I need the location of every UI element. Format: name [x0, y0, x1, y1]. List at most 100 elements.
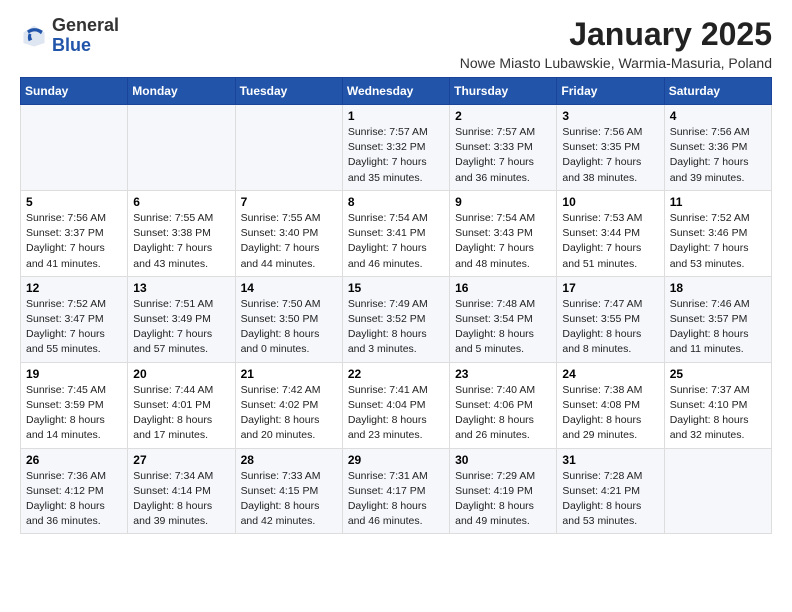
day-info: Sunrise: 7:38 AM Sunset: 4:08 PM Dayligh…	[562, 383, 658, 444]
day-info: Sunrise: 7:29 AM Sunset: 4:19 PM Dayligh…	[455, 469, 551, 530]
calendar-cell: 24Sunrise: 7:38 AM Sunset: 4:08 PM Dayli…	[557, 362, 664, 448]
weekday-header-saturday: Saturday	[664, 78, 771, 105]
weekday-header-wednesday: Wednesday	[342, 78, 449, 105]
day-number: 12	[26, 281, 122, 295]
day-number: 25	[670, 367, 766, 381]
calendar-cell: 17 Sunrise: 7:47 AM Sunset: 3:55 PM Dayli…	[557, 276, 664, 362]
day-number: 30	[455, 453, 551, 467]
day-number: 17	[562, 281, 658, 295]
day-number: 28	[241, 453, 337, 467]
calendar-cell: 22 Sunrise: 7:41 AM Sunset: 4:04 PM Dayli…	[342, 362, 449, 448]
calendar-cell	[664, 448, 771, 534]
day-info: Sunrise: 7:47 AM Sunset: 3:55 PM Dayligh…	[562, 297, 658, 358]
day-info: Sunrise: 7:56 AM Sunset: 3:36 PM Dayligh…	[670, 125, 766, 186]
day-number: 9	[455, 195, 551, 209]
day-number: 22	[348, 367, 444, 381]
day-info: Sunrise: 7:31 AM Sunset: 4:17 PM Dayligh…	[348, 469, 444, 530]
day-info: Sunrise: 7:56 AM Sunset: 3:37 PM Dayligh…	[26, 211, 122, 272]
calendar-table: SundayMondayTuesdayWednesdayThursdayFrid…	[20, 77, 772, 534]
day-info: Sunrise: 7:36 AM Sunset: 4:12 PM Dayligh…	[26, 469, 122, 530]
day-info: Sunrise: 7:52 AM Sunset: 3:47 PM Dayligh…	[26, 297, 122, 358]
day-number: 18	[670, 281, 766, 295]
day-info: Sunrise: 7:33 AM Sunset: 4:15 PM Dayligh…	[241, 469, 337, 530]
calendar-cell: 2Sunrise: 7:57 AM Sunset: 3:33 PM Daylig…	[450, 105, 557, 191]
weekday-header-row: SundayMondayTuesdayWednesdayThursdayFrid…	[21, 78, 772, 105]
calendar-cell: 18 Sunrise: 7:46 AM Sunset: 3:57 PM Dayli…	[664, 276, 771, 362]
calendar-cell: 10 Sunrise: 7:53 AM Sunset: 3:44 PM Dayli…	[557, 190, 664, 276]
day-info: Sunrise: 7:44 AM Sunset: 4:01 PM Dayligh…	[133, 383, 229, 444]
calendar-cell: 9 Sunrise: 7:54 AM Sunset: 3:43 PM Daylig…	[450, 190, 557, 276]
calendar-cell: 11 Sunrise: 7:52 AM Sunset: 3:46 PM Dayli…	[664, 190, 771, 276]
day-number: 31	[562, 453, 658, 467]
logo: General Blue	[20, 16, 119, 56]
weekday-header-thursday: Thursday	[450, 78, 557, 105]
calendar-week-2: 5 Sunrise: 7:56 AM Sunset: 3:37 PM Daylig…	[21, 190, 772, 276]
calendar-cell: 13Sunrise: 7:51 AM Sunset: 3:49 PM Dayli…	[128, 276, 235, 362]
calendar-week-4: 19 Sunrise: 7:45 AM Sunset: 3:59 PM Dayli…	[21, 362, 772, 448]
calendar-cell: 8Sunrise: 7:54 AM Sunset: 3:41 PM Daylig…	[342, 190, 449, 276]
calendar-cell: 26Sunrise: 7:36 AM Sunset: 4:12 PM Dayli…	[21, 448, 128, 534]
day-info: Sunrise: 7:52 AM Sunset: 3:46 PM Dayligh…	[670, 211, 766, 272]
calendar-cell: 7Sunrise: 7:55 AM Sunset: 3:40 PM Daylig…	[235, 190, 342, 276]
calendar-week-3: 12 Sunrise: 7:52 AM Sunset: 3:47 PM Dayli…	[21, 276, 772, 362]
day-info: Sunrise: 7:50 AM Sunset: 3:50 PM Dayligh…	[241, 297, 337, 358]
calendar-cell: 20 Sunrise: 7:44 AM Sunset: 4:01 PM Dayli…	[128, 362, 235, 448]
calendar-cell: 28 Sunrise: 7:33 AM Sunset: 4:15 PM Dayli…	[235, 448, 342, 534]
calendar-cell: 4 Sunrise: 7:56 AM Sunset: 3:36 PM Daylig…	[664, 105, 771, 191]
day-info: Sunrise: 7:57 AM Sunset: 3:32 PM Dayligh…	[348, 125, 444, 186]
day-info: Sunrise: 7:42 AM Sunset: 4:02 PM Dayligh…	[241, 383, 337, 444]
calendar-body: 1 Sunrise: 7:57 AM Sunset: 3:32 PM Daylig…	[21, 105, 772, 534]
day-number: 13	[133, 281, 229, 295]
calendar-cell: 31 Sunrise: 7:28 AM Sunset: 4:21 PM Dayli…	[557, 448, 664, 534]
weekday-header-sunday: Sunday	[21, 78, 128, 105]
calendar-week-1: 1 Sunrise: 7:57 AM Sunset: 3:32 PM Daylig…	[21, 105, 772, 191]
calendar-cell: 27Sunrise: 7:34 AM Sunset: 4:14 PM Dayli…	[128, 448, 235, 534]
day-number: 21	[241, 367, 337, 381]
location: Nowe Miasto Lubawskie, Warmia-Masuria, P…	[460, 55, 772, 71]
day-number: 27	[133, 453, 229, 467]
day-info: Sunrise: 7:55 AM Sunset: 3:38 PM Dayligh…	[133, 211, 229, 272]
title-block: January 2025 Nowe Miasto Lubawskie, Warm…	[460, 16, 772, 71]
day-info: Sunrise: 7:56 AM Sunset: 3:35 PM Dayligh…	[562, 125, 658, 186]
day-number: 7	[241, 195, 337, 209]
calendar-header: SundayMondayTuesdayWednesdayThursdayFrid…	[21, 78, 772, 105]
day-number: 4	[670, 109, 766, 123]
day-number: 8	[348, 195, 444, 209]
calendar-cell: 21 Sunrise: 7:42 AM Sunset: 4:02 PM Dayli…	[235, 362, 342, 448]
day-info: Sunrise: 7:46 AM Sunset: 3:57 PM Dayligh…	[670, 297, 766, 358]
day-info: Sunrise: 7:57 AM Sunset: 3:33 PM Dayligh…	[455, 125, 551, 186]
day-number: 1	[348, 109, 444, 123]
month-title: January 2025	[460, 16, 772, 53]
day-number: 20	[133, 367, 229, 381]
calendar-cell: 16Sunrise: 7:48 AM Sunset: 3:54 PM Dayli…	[450, 276, 557, 362]
calendar-cell: 5 Sunrise: 7:56 AM Sunset: 3:37 PM Daylig…	[21, 190, 128, 276]
day-number: 23	[455, 367, 551, 381]
day-info: Sunrise: 7:49 AM Sunset: 3:52 PM Dayligh…	[348, 297, 444, 358]
weekday-header-tuesday: Tuesday	[235, 78, 342, 105]
calendar-week-5: 26Sunrise: 7:36 AM Sunset: 4:12 PM Dayli…	[21, 448, 772, 534]
day-number: 29	[348, 453, 444, 467]
calendar-cell	[128, 105, 235, 191]
day-number: 10	[562, 195, 658, 209]
page-header: General Blue January 2025 Nowe Miasto Lu…	[20, 16, 772, 71]
day-number: 15	[348, 281, 444, 295]
calendar-cell	[21, 105, 128, 191]
day-info: Sunrise: 7:54 AM Sunset: 3:43 PM Dayligh…	[455, 211, 551, 272]
day-number: 3	[562, 109, 658, 123]
calendar-cell: 19 Sunrise: 7:45 AM Sunset: 3:59 PM Dayli…	[21, 362, 128, 448]
calendar-cell	[235, 105, 342, 191]
calendar-cell: 6 Sunrise: 7:55 AM Sunset: 3:38 PM Daylig…	[128, 190, 235, 276]
calendar-cell: 1 Sunrise: 7:57 AM Sunset: 3:32 PM Daylig…	[342, 105, 449, 191]
day-number: 5	[26, 195, 122, 209]
day-info: Sunrise: 7:28 AM Sunset: 4:21 PM Dayligh…	[562, 469, 658, 530]
day-info: Sunrise: 7:41 AM Sunset: 4:04 PM Dayligh…	[348, 383, 444, 444]
day-number: 19	[26, 367, 122, 381]
weekday-header-friday: Friday	[557, 78, 664, 105]
day-number: 6	[133, 195, 229, 209]
calendar-cell: 15 Sunrise: 7:49 AM Sunset: 3:52 PM Dayli…	[342, 276, 449, 362]
calendar-cell: 30 Sunrise: 7:29 AM Sunset: 4:19 PM Dayli…	[450, 448, 557, 534]
calendar-cell: 3 Sunrise: 7:56 AM Sunset: 3:35 PM Daylig…	[557, 105, 664, 191]
day-number: 11	[670, 195, 766, 209]
day-info: Sunrise: 7:45 AM Sunset: 3:59 PM Dayligh…	[26, 383, 122, 444]
day-info: Sunrise: 7:53 AM Sunset: 3:44 PM Dayligh…	[562, 211, 658, 272]
